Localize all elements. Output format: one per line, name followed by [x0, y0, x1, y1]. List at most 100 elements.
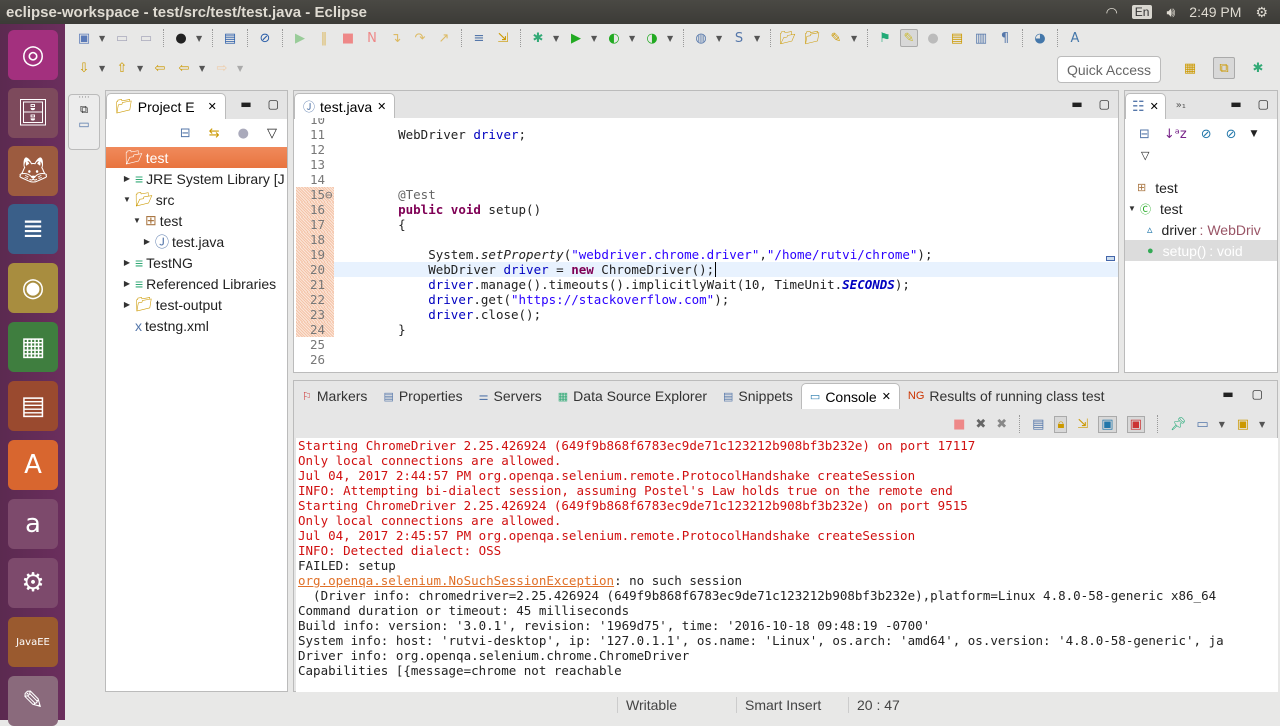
pin-console-icon[interactable]: 📌︎	[1170, 417, 1187, 432]
minimize-icon[interactable]: ▬	[1230, 97, 1241, 111]
run-coverage-icon[interactable]: ◐	[605, 29, 623, 47]
tree-item[interactable]: 📂︎ test	[106, 147, 287, 168]
debug-perspective-icon[interactable]: ✱	[1249, 59, 1267, 77]
tree-item[interactable]: ▶ ≡ JRE System Library [J	[106, 168, 287, 189]
profile-icon[interactable]: ●	[172, 29, 190, 47]
launch-icon[interactable]: A	[1066, 29, 1084, 47]
coverage-dropdown[interactable]: ▼	[629, 34, 637, 43]
code-line[interactable]: 24 }	[296, 322, 1118, 337]
code-line[interactable]: 12	[296, 142, 1118, 157]
scroll-lock-icon[interactable]: 🔒︎	[1054, 415, 1068, 433]
new-server-dropdown[interactable]: ▼	[716, 34, 724, 43]
tab-data-source-explorer[interactable]: ▦ Data Source Explorer	[550, 383, 715, 409]
java-ee-perspective-icon[interactable]: ⧉	[1213, 57, 1235, 79]
text-editor-icon[interactable]: ✎	[8, 676, 58, 726]
status-insert-mode[interactable]: Smart Insert	[736, 697, 821, 713]
drop-to-frame-icon[interactable]: ≡	[470, 29, 488, 47]
step-over-icon[interactable]: ↷	[411, 29, 429, 47]
external-tools-dropdown[interactable]: ▼	[667, 34, 675, 43]
more-views-icon[interactable]: »₁	[1176, 100, 1186, 111]
tab-outline[interactable]: ☷ ✕	[1125, 93, 1166, 119]
maximize-icon[interactable]: ▢	[1252, 387, 1263, 401]
previous-annotation-dropdown[interactable]: ▼	[137, 64, 145, 73]
console-output[interactable]: Starting ChromeDriver 2.25.426924 (649f9…	[296, 438, 1278, 692]
show-on-stdout-icon[interactable]: ▣	[1098, 415, 1117, 433]
code-line[interactable]: 26	[296, 352, 1118, 367]
code-line[interactable]: 22 driver.get("https://stackoverflow.com…	[296, 292, 1118, 307]
clock[interactable]: 2:49 PM	[1189, 4, 1241, 20]
back-dropdown[interactable]: ▼	[199, 64, 207, 73]
amazon-icon[interactable]: a	[8, 499, 58, 549]
tab-snippets[interactable]: ▤ Snippets	[715, 383, 801, 409]
collapse-arrow-icon[interactable]: ▼	[132, 216, 142, 225]
minimize-icon[interactable]: ▬	[1071, 97, 1082, 111]
word-wrap-icon[interactable]: ▥	[972, 29, 990, 47]
last-edit-location-icon[interactable]: ⇦	[151, 59, 169, 77]
collapse-all-icon[interactable]: ⊟	[1139, 127, 1150, 142]
code-line[interactable]: 25	[296, 337, 1118, 352]
maximize-icon[interactable]: ▢	[268, 97, 279, 111]
code-line[interactable]: 23 driver.close();	[296, 307, 1118, 322]
link-with-editor-icon[interactable]: ⇆	[209, 126, 220, 141]
code-line[interactable]: 21 driver.manage().timeouts().implicitly…	[296, 277, 1118, 292]
word-wrap-icon[interactable]: ⇲	[1077, 417, 1088, 432]
new-class-icon[interactable]: S	[730, 29, 748, 47]
expand-arrow-icon[interactable]: ▶	[142, 237, 152, 246]
tab-project-explorer[interactable]: 📁︎ Project E ✕	[106, 93, 226, 119]
display-console-icon[interactable]: ▭	[1196, 417, 1208, 432]
pilcrow-icon[interactable]: ¶	[996, 29, 1014, 47]
show-whitespace-icon[interactable]: ▤	[948, 29, 966, 47]
clear-console-icon[interactable]: ▤	[1032, 417, 1044, 432]
libreoffice-writer-icon[interactable]: ≣	[8, 204, 58, 254]
tab-markers[interactable]: ⚐ Markers	[294, 383, 375, 409]
resume-icon[interactable]: ▶	[291, 29, 309, 47]
debug-dropdown[interactable]: ▼	[553, 34, 561, 43]
chrome-icon[interactable]: ◉	[8, 263, 58, 313]
outline-item[interactable]: ● setup() : void	[1125, 240, 1277, 261]
sort-icon[interactable]: ↓ᵃz	[1164, 127, 1187, 142]
next-annotation-dropdown[interactable]: ▼	[99, 64, 107, 73]
code-line[interactable]: 14	[296, 172, 1118, 187]
new-class-dropdown[interactable]: ▼	[754, 34, 762, 43]
code-line[interactable]: 17 {	[296, 217, 1118, 232]
previous-annotation-icon[interactable]: ⇧	[113, 59, 131, 77]
outline-item[interactable]: ⊞ test	[1125, 177, 1277, 198]
tab-test-java[interactable]: Ⓙ test.java ✕	[294, 93, 396, 119]
open-type-icon[interactable]: 📂︎	[779, 29, 797, 47]
outline-item[interactable]: ▵ driver : WebDriv	[1125, 219, 1277, 240]
show-on-stderr-icon[interactable]: ▣	[1126, 415, 1145, 433]
filter-menu-icon[interactable]: ▽	[1125, 149, 1277, 177]
maximize-icon[interactable]: ▢	[1258, 97, 1269, 111]
tree-item[interactable]: ▶ ≡ Referenced Libraries	[106, 273, 287, 294]
web-browser-icon[interactable]: ◕	[1031, 29, 1049, 47]
back-icon[interactable]: ⇦	[175, 59, 193, 77]
libreoffice-calc-icon[interactable]: ▦	[8, 322, 58, 372]
forward-icon[interactable]: ⇨	[213, 59, 231, 77]
filters-icon[interactable]: ●	[238, 126, 249, 141]
hide-static-icon[interactable]: ⊘	[1226, 127, 1237, 142]
new-icon[interactable]: ▣	[75, 29, 93, 47]
code-line[interactable]: 15⊖ @Test	[296, 187, 1118, 202]
new-dropdown[interactable]: ▼	[99, 34, 107, 43]
debug-icon[interactable]: ✱	[529, 29, 547, 47]
java-ee-ide-icon[interactable]: JavaEE	[8, 617, 58, 667]
console-view-icon[interactable]: ▤	[221, 29, 239, 47]
tab-properties[interactable]: ▤ Properties	[375, 383, 470, 409]
wifi-icon[interactable]: ◠	[1106, 4, 1118, 21]
run-icon[interactable]: ▶	[567, 29, 585, 47]
keyboard-layout-indicator[interactable]: En	[1131, 5, 1153, 19]
toggle-block-selection-icon[interactable]: ●	[924, 29, 942, 47]
code-line[interactable]: 20 WebDriver driver = new ChromeDriver()…	[296, 262, 1118, 277]
view-icon[interactable]: ▭	[69, 117, 99, 131]
code-line[interactable]: 19 System.setProperty("webdriver.chrome.…	[296, 247, 1118, 262]
toggle-mark-occurrences-icon[interactable]: ✎	[900, 29, 918, 47]
firefox-icon[interactable]: 🦊︎	[8, 146, 58, 196]
profile-dropdown[interactable]: ▼	[196, 34, 204, 43]
forward-dropdown[interactable]: ▼	[237, 64, 245, 73]
code-line[interactable]: 18	[296, 232, 1118, 247]
drag-handle[interactable]: ····	[69, 93, 99, 103]
display-console-dropdown[interactable]: ▼	[1219, 420, 1227, 429]
open-task-icon[interactable]: 📁︎	[803, 29, 821, 47]
tree-item[interactable]: ▶ ≡ TestNG	[106, 252, 287, 273]
overview-ruler-marker[interactable]	[1106, 256, 1115, 261]
